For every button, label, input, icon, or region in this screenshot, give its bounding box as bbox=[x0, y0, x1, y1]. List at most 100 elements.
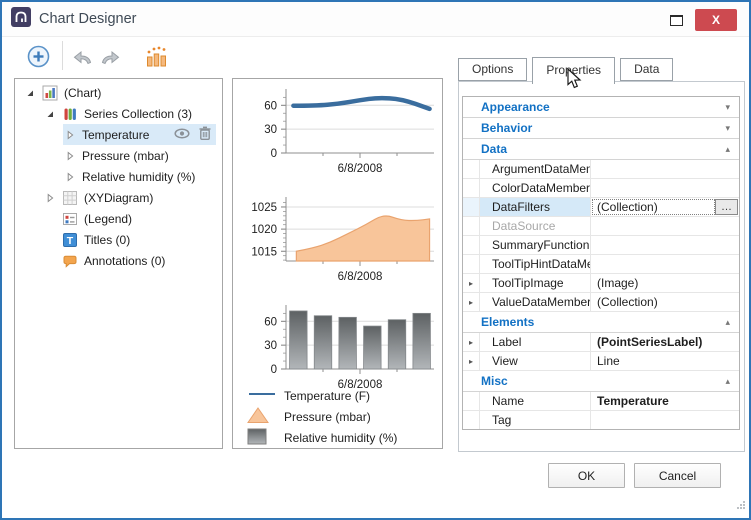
property-name: ValueDataMembers bbox=[480, 293, 591, 311]
property-name: View bbox=[480, 352, 591, 370]
tree-expander-icon[interactable] bbox=[63, 130, 77, 140]
tab-options[interactable]: Options bbox=[458, 58, 527, 81]
tree-item-legend[interactable]: (Legend) bbox=[43, 208, 216, 229]
property-name: Tag bbox=[480, 411, 591, 429]
property-row-datafilters[interactable]: DataFilters(Collection)… bbox=[463, 198, 739, 217]
property-row-summaryfunction[interactable]: SummaryFunction bbox=[463, 236, 739, 255]
chart-type-button[interactable] bbox=[145, 44, 168, 72]
category-label: Data bbox=[481, 142, 507, 156]
delete-trash-icon[interactable] bbox=[199, 126, 211, 143]
property-row-tooltipimage[interactable]: ▸ToolTipImage(Image) bbox=[463, 274, 739, 293]
property-row-colordatamember[interactable]: ColorDataMember bbox=[463, 179, 739, 198]
property-grid: Appearance ▾ Behavior ▾ Data ▴ ArgumentDataMem… bbox=[462, 96, 740, 430]
property-row-name[interactable]: NameTemperature bbox=[463, 392, 739, 411]
property-value[interactable] bbox=[591, 411, 739, 429]
close-button[interactable]: X bbox=[695, 9, 737, 31]
tree-item-label: Temperature bbox=[82, 128, 149, 142]
mini-chart-svg-line: 030606/8/2008 bbox=[236, 87, 437, 193]
category-data[interactable]: Data ▴ bbox=[463, 139, 739, 160]
add-series-button[interactable] bbox=[27, 45, 50, 73]
maximize-icon[interactable] bbox=[670, 15, 683, 26]
visibility-eye-icon[interactable] bbox=[174, 128, 190, 142]
legend-item-pressure-mbar: Pressure (mbar) bbox=[247, 406, 397, 427]
chart-designer-logo-icon bbox=[11, 7, 31, 32]
expand-arrow-icon[interactable]: ▾ bbox=[725, 123, 730, 134]
property-value[interactable] bbox=[591, 179, 739, 197]
row-expander-icon[interactable]: ▸ bbox=[463, 293, 480, 311]
collapse-arrow-icon[interactable]: ▴ bbox=[725, 376, 730, 387]
tree-item-chart[interactable]: (Chart) bbox=[23, 82, 216, 103]
tree-expander-icon[interactable] bbox=[63, 151, 77, 161]
property-row-tag[interactable]: Tag bbox=[463, 411, 739, 429]
tree-item-pressure-mbar[interactable]: Pressure (mbar) bbox=[63, 145, 216, 166]
redo-button[interactable] bbox=[99, 48, 121, 70]
property-value[interactable] bbox=[591, 255, 739, 273]
category-label: Appearance bbox=[481, 100, 550, 114]
tree-item-temperature[interactable]: Temperature bbox=[63, 124, 216, 145]
tree-expander-icon[interactable] bbox=[63, 172, 77, 182]
property-value[interactable]: Line bbox=[591, 352, 739, 370]
tree-item-relative-humidity[interactable]: Relative humidity (%) bbox=[63, 166, 216, 187]
svg-text:1025: 1025 bbox=[251, 202, 277, 214]
chart-legend: Temperature (F)Pressure (mbar)Relative h… bbox=[247, 385, 397, 448]
tab-data[interactable]: Data bbox=[620, 58, 673, 81]
property-row-argumentdatamem[interactable]: ArgumentDataMem bbox=[463, 160, 739, 179]
property-row-view[interactable]: ▸View Line bbox=[463, 352, 739, 371]
tab-properties[interactable]: Properties bbox=[532, 57, 615, 84]
category-appearance[interactable]: Appearance ▾ bbox=[463, 97, 739, 118]
pressure-area-chart: 1015102010256/8/2008 bbox=[236, 195, 437, 301]
property-row-tooltiphintdatame[interactable]: ToolTipHintDataMe bbox=[463, 255, 739, 274]
property-row-label[interactable]: ▸Label(PointSeriesLabel) bbox=[463, 333, 739, 352]
property-value[interactable]: (Collection)… bbox=[591, 198, 739, 216]
cancel-button[interactable]: Cancel bbox=[634, 463, 721, 488]
property-value[interactable]: (PointSeriesLabel) bbox=[591, 333, 739, 351]
titlebar-divider bbox=[2, 36, 749, 37]
tree-expander-icon[interactable] bbox=[43, 109, 57, 119]
tree-item-xydiagram[interactable]: (XYDiagram) bbox=[43, 187, 216, 208]
title-icon: T bbox=[62, 232, 78, 248]
property-row-valuedatamembers[interactable]: ▸ValueDataMembers(Collection) bbox=[463, 293, 739, 312]
resize-grip[interactable] bbox=[736, 497, 746, 515]
property-value[interactable]: Temperature bbox=[591, 392, 739, 410]
legend-triangle-symbol bbox=[247, 406, 277, 427]
collapse-arrow-icon[interactable]: ▴ bbox=[725, 317, 730, 328]
window-title: Chart Designer bbox=[39, 11, 137, 27]
row-expander-icon[interactable]: ▸ bbox=[463, 274, 480, 292]
svg-text:T: T bbox=[67, 235, 74, 247]
ok-button[interactable]: OK bbox=[548, 463, 625, 488]
property-value-text: (Image) bbox=[597, 276, 638, 290]
row-gutter bbox=[463, 217, 480, 235]
category-misc[interactable]: Misc▴ bbox=[463, 371, 739, 392]
tree-expander-icon[interactable] bbox=[43, 193, 57, 203]
category-behavior[interactable]: Behavior ▾ bbox=[463, 118, 739, 139]
property-value[interactable] bbox=[591, 160, 739, 178]
category-elements[interactable]: Elements▴ bbox=[463, 312, 739, 333]
property-value[interactable]: (Collection) bbox=[591, 293, 739, 311]
row-expander-icon[interactable]: ▸ bbox=[463, 352, 480, 370]
ellipsis-button[interactable]: … bbox=[715, 199, 738, 215]
tree-expander-icon[interactable] bbox=[23, 88, 37, 98]
property-value[interactable]: (Image) bbox=[591, 274, 739, 292]
svg-text:6/8/2008: 6/8/2008 bbox=[338, 163, 383, 175]
row-expander-icon[interactable]: ▸ bbox=[463, 333, 480, 351]
annotation-icon bbox=[62, 253, 78, 269]
property-value-text: Line bbox=[597, 354, 620, 368]
category-label: Behavior bbox=[481, 121, 532, 135]
property-name: DataSource bbox=[480, 217, 591, 235]
property-value[interactable] bbox=[591, 217, 739, 235]
property-row-datasource[interactable]: DataSource bbox=[463, 217, 739, 236]
tree-item-annotations-0[interactable]: Annotations (0) bbox=[43, 250, 216, 271]
grid-icon bbox=[62, 190, 78, 206]
chart-icon bbox=[42, 85, 58, 101]
tree-item-titles-0[interactable]: TTitles (0) bbox=[43, 229, 216, 250]
property-value-text: Temperature bbox=[597, 394, 669, 408]
property-value[interactable] bbox=[591, 236, 739, 254]
temperature-line-chart: 030606/8/2008 bbox=[236, 87, 437, 193]
collapse-arrow-icon[interactable]: ▴ bbox=[725, 144, 730, 155]
tree-item-actions bbox=[174, 126, 211, 143]
tree-item-series-collection-3[interactable]: Series Collection (3) bbox=[43, 103, 216, 124]
expand-arrow-icon[interactable]: ▾ bbox=[725, 102, 730, 113]
chart-preview-panel: 030606/8/2008 1015102010256/8/2008 03060… bbox=[232, 78, 443, 449]
legend-square-symbol bbox=[247, 428, 277, 448]
undo-button[interactable] bbox=[72, 48, 94, 70]
